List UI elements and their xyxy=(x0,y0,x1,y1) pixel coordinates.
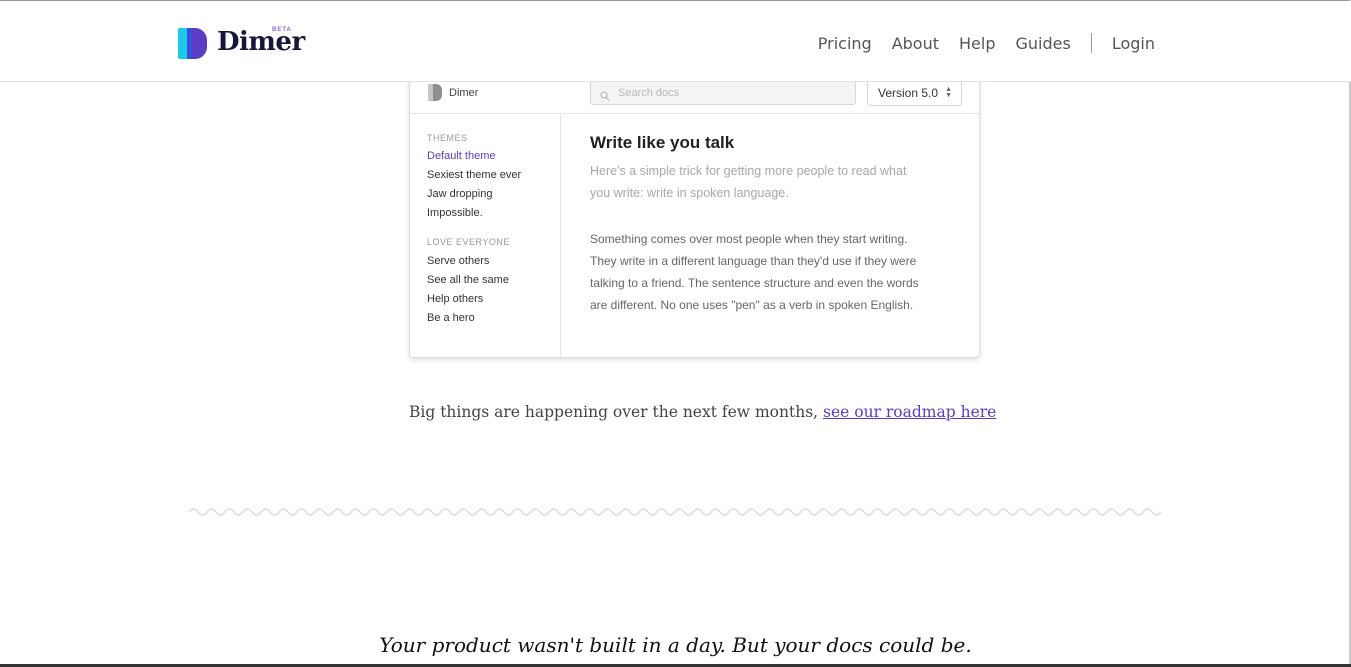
tagline: Your product wasn't built in a day. But … xyxy=(379,633,972,657)
version-label: Version 5.0 xyxy=(878,86,939,100)
demo-brand-name: Dimer xyxy=(449,86,479,99)
sidebar-item-sexiest-theme[interactable]: Sexiest theme ever xyxy=(427,169,521,181)
login-link[interactable]: Login xyxy=(1112,34,1155,53)
demo-sidebar: THEMES Default theme Sexiest theme ever … xyxy=(410,114,561,357)
sidebar-item-jaw-dropping[interactable]: Jaw dropping xyxy=(427,188,492,200)
site-header: Dimer BETA Pricing About Help Guides Log… xyxy=(0,1,1351,82)
roadmap-line: Big things are happening over the next f… xyxy=(409,403,996,421)
nav-guides[interactable]: Guides xyxy=(1016,34,1071,53)
sidebar-item-see-all-the-same[interactable]: See all the same xyxy=(427,274,509,286)
docs-demo-window: Dimer Search docs Version 5.0 ▲ ▼ THEMES … xyxy=(409,66,980,358)
article-title: Write like you talk xyxy=(590,133,735,152)
sidebar-item-be-a-hero[interactable]: Be a hero xyxy=(427,312,475,324)
sidebar-item-impossible[interactable]: Impossible. xyxy=(427,207,483,219)
version-select[interactable]: Version 5.0 ▲ ▼ xyxy=(867,80,962,106)
roadmap-text: Big things are happening over the next f… xyxy=(409,403,824,421)
demo-logo-icon xyxy=(428,84,442,101)
roadmap-link[interactable]: see our roadmap here xyxy=(823,403,996,421)
sidebar-heading-themes: THEMES xyxy=(427,133,468,143)
chevron-updown-icon: ▲ ▼ xyxy=(945,86,952,99)
search-placeholder: Search docs xyxy=(618,87,680,99)
sidebar-item-default-theme[interactable]: Default theme xyxy=(427,150,495,162)
sidebar-item-help-others[interactable]: Help others xyxy=(427,293,483,305)
article-lead: Here's a simple trick for getting more p… xyxy=(590,164,907,200)
dimer-logo-icon xyxy=(178,27,207,60)
article-body: Something comes over most people when th… xyxy=(590,232,919,312)
nav-pricing[interactable]: Pricing xyxy=(818,34,872,53)
demo-search-input[interactable]: Search docs xyxy=(590,81,856,105)
nav-divider xyxy=(1090,33,1092,53)
beta-badge: BETA xyxy=(272,27,292,33)
nav-help[interactable]: Help xyxy=(959,34,995,53)
nav-about[interactable]: About xyxy=(892,34,939,53)
sidebar-heading-love-everyone: LOVE EVERYONE xyxy=(427,237,510,247)
sidebar-item-serve-others[interactable]: Serve others xyxy=(427,255,489,267)
demo-brand: Dimer xyxy=(428,84,478,101)
search-icon xyxy=(600,88,610,101)
main-nav: Pricing About Help Guides Login xyxy=(798,31,1155,55)
wave-divider xyxy=(189,508,1161,516)
